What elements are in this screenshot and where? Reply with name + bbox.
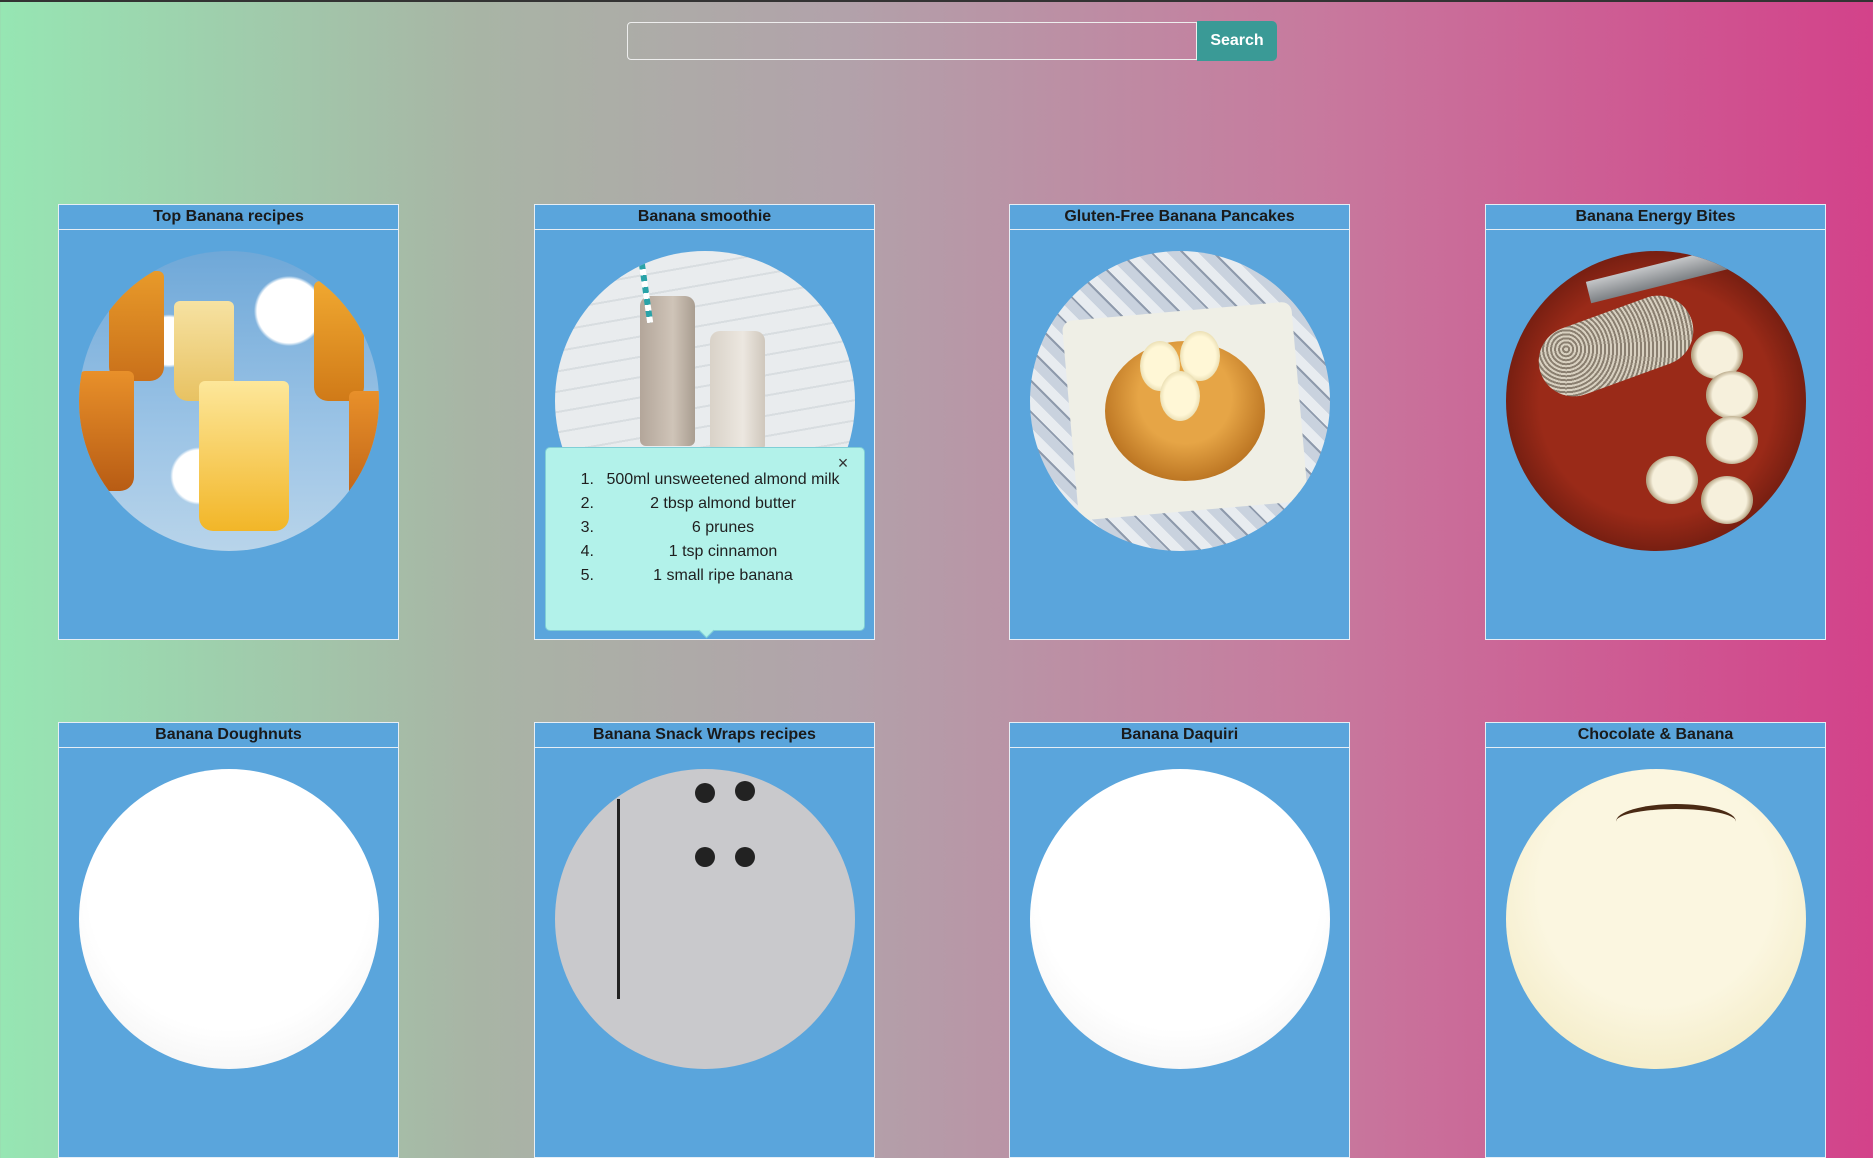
list-item-number: 3. [580,519,594,536]
recipe-card-title: Banana Doughnuts [59,723,398,748]
close-icon[interactable]: × [834,454,852,472]
recipe-card-title: Banana Energy Bites [1486,205,1825,230]
recipe-image[interactable] [1506,251,1806,551]
search-input[interactable] [627,22,1197,60]
list-item: 1. 500ml unsweetened almond milk [546,468,844,492]
recipe-card-title: Banana smoothie [535,205,874,230]
recipe-image[interactable] [1030,769,1330,1069]
list-item: 3. 6 prunes [546,516,844,540]
list-item: 5. 1 small ripe banana [546,564,844,588]
list-item-number: 2. [580,495,594,512]
recipe-card[interactable]: Top Banana recipes [58,204,399,640]
list-item-text: 500ml unsweetened almond milk [606,471,840,488]
recipe-card[interactable]: Gluten-Free Banana Pancakes [1009,204,1350,640]
list-item-text: 1 small ripe banana [653,567,793,584]
recipe-card[interactable]: Banana Snack Wraps recipes [534,722,875,1158]
list-item: 2. 2 tbsp almond butter [546,492,844,516]
recipe-image[interactable] [1030,251,1330,551]
ingredients-popover: × 1. 500ml unsweetened almond milk 2. 2 tb… [545,447,865,631]
recipe-card[interactable]: Banana Energy Bites [1485,204,1826,640]
recipe-image[interactable] [1506,769,1806,1069]
recipe-image[interactable] [79,251,379,551]
list-item-number: 1. [580,471,594,488]
recipe-card-title: Banana Daquiri [1010,723,1349,748]
list-item-text: 1 tsp cinnamon [668,543,778,560]
recipe-card-title: Gluten-Free Banana Pancakes [1010,205,1349,230]
recipe-card-title: Banana Snack Wraps recipes [535,723,874,748]
list-item: 4. 1 tsp cinnamon [546,540,844,564]
recipe-card[interactable]: Chocolate & Banana [1485,722,1826,1158]
search-button[interactable]: Search [1197,21,1277,61]
recipe-card[interactable]: Banana Daquiri [1009,722,1350,1158]
list-item-number: 5. [580,567,594,584]
ingredients-list: 1. 500ml unsweetened almond milk 2. 2 tbsp… [546,468,844,588]
recipe-image[interactable] [555,769,855,1069]
list-item-number: 4. [580,543,594,560]
recipe-image[interactable] [79,769,379,1069]
recipe-card[interactable]: Banana Doughnuts [58,722,399,1158]
list-item-text: 6 prunes [691,519,755,536]
recipe-card-title: Top Banana recipes [59,205,398,230]
search-bar: Search [627,21,1277,61]
list-item-text: 2 tbsp almond butter [650,495,796,512]
recipe-card-title: Chocolate & Banana [1486,723,1825,748]
